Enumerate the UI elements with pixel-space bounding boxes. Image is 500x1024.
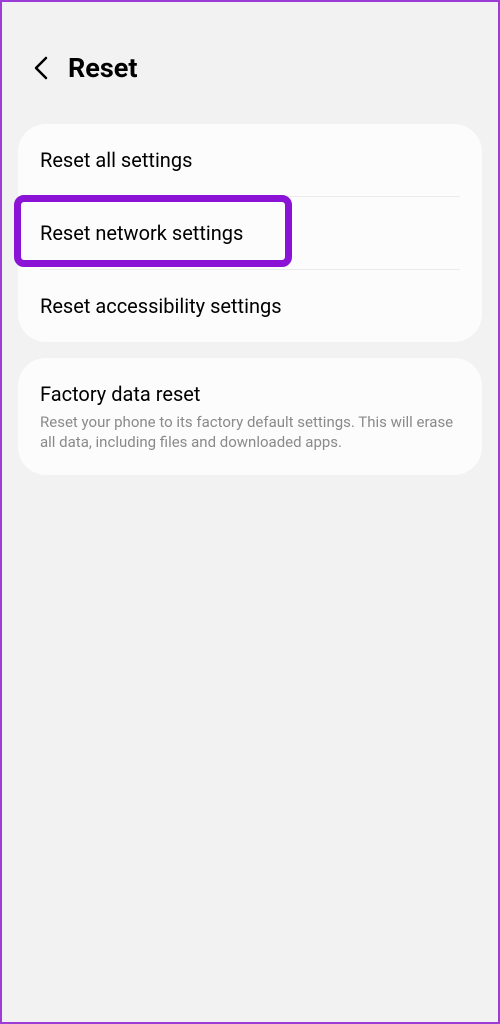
header: Reset — [2, 2, 498, 114]
list-item-label: Reset all settings — [40, 148, 460, 172]
reset-accessibility-settings-item[interactable]: Reset accessibility settings — [18, 270, 482, 342]
reset-all-settings-item[interactable]: Reset all settings — [18, 124, 482, 196]
list-item-label: Reset accessibility settings — [40, 294, 460, 318]
back-icon[interactable] — [32, 54, 50, 82]
factory-reset-card: Factory data reset Reset your phone to i… — [18, 358, 482, 475]
page-title: Reset — [68, 52, 137, 84]
factory-data-reset-item[interactable]: Factory data reset Reset your phone to i… — [18, 358, 482, 475]
list-item-label: Reset network settings — [40, 221, 460, 245]
list-item-description: Reset your phone to its factory default … — [40, 412, 460, 453]
reset-network-settings-item[interactable]: Reset network settings — [18, 197, 482, 269]
list-item-label: Factory data reset — [40, 382, 460, 406]
reset-options-card: Reset all settings Reset network setting… — [18, 124, 482, 342]
